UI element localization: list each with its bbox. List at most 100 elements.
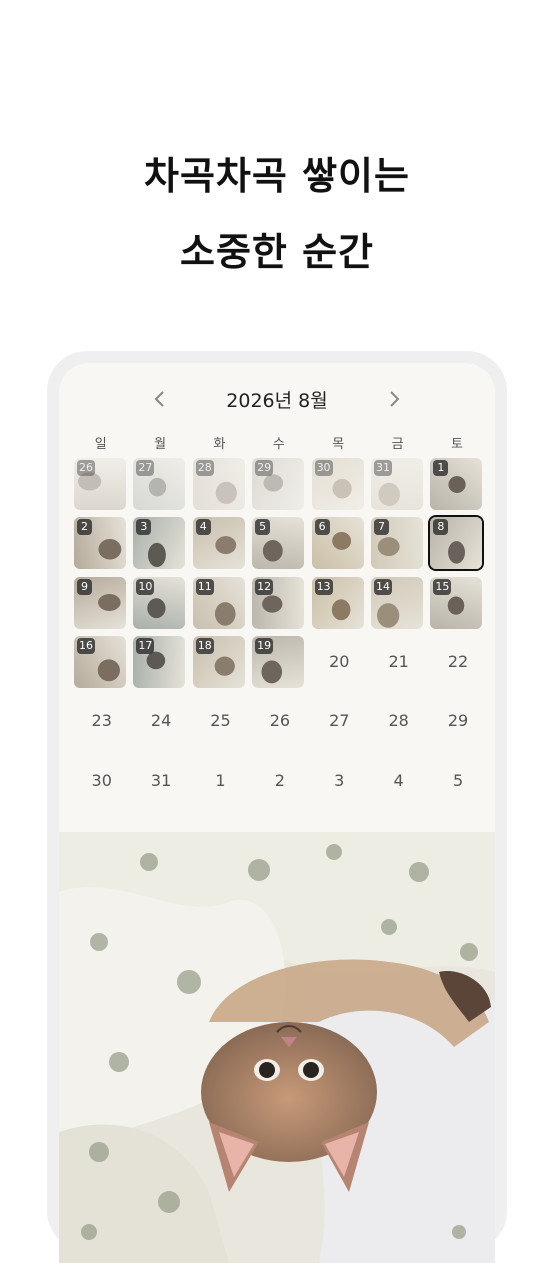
weekday-label: 일 — [94, 437, 107, 452]
calendar-day[interactable]: 28 — [369, 691, 428, 750]
calendar-day[interactable]: 31 — [131, 750, 190, 809]
weekday-label: 월 — [154, 437, 167, 452]
calendar-grid: 26 27 28 29 30 31 1 2 3 4 5 6 7 8 9 10 11 12 13 14 15 16 17 18 1… — [72, 454, 488, 810]
calendar-day[interactable]: 26 — [72, 454, 131, 513]
month-title: 2026년 8월 — [226, 389, 328, 412]
day-number-badge: 31 — [373, 460, 392, 476]
calendar-day[interactable]: 2 — [250, 750, 309, 809]
calendar-day[interactable]: 9 — [72, 573, 131, 632]
calendar-day[interactable]: 28 — [191, 454, 250, 513]
month-header: 2026년 8월 — [59, 379, 495, 419]
calendar-day[interactable]: 24 — [131, 691, 190, 750]
day-number-badge: 5 — [255, 519, 271, 536]
weekday-label: 목 — [332, 437, 345, 452]
calendar-day[interactable]: 11 — [191, 573, 250, 632]
weekday-label: 금 — [391, 437, 404, 452]
calendar-day[interactable]: 29 — [250, 454, 309, 513]
day-number-badge: 30 — [314, 460, 333, 476]
calendar-day[interactable]: 4 — [191, 513, 250, 572]
day-number: 5 — [452, 770, 464, 790]
day-number: 21 — [388, 652, 409, 672]
headline-line-2: 소중한 순간 — [179, 230, 375, 274]
day-number: 22 — [447, 652, 469, 672]
day-number-badge: 1 — [433, 460, 449, 476]
day-number: 31 — [150, 770, 172, 790]
day-number: 30 — [91, 770, 112, 790]
weekday-label: 토 — [451, 437, 464, 452]
day-number: 1 — [215, 770, 226, 790]
calendar-day[interactable]: 15 — [428, 573, 487, 632]
calendar-day[interactable]: 20 — [310, 632, 369, 691]
calendar-day[interactable]: 31 — [369, 454, 428, 513]
headline: 차곡차곡 쌓이는 소중한 순간 — [0, 138, 554, 290]
day-number-badge: 27 — [136, 460, 155, 476]
calendar-day[interactable]: 22 — [428, 632, 487, 691]
calendar-day[interactable]: 19 — [250, 632, 309, 691]
calendar-day[interactable]: 14 — [369, 573, 428, 632]
app-screen: 2026년 8월 일 월 화 수 목 금 토 26 27 28 29 30 31 1 2 3 4 5… — [59, 363, 495, 1263]
calendar-day[interactable]: 1 — [191, 750, 250, 809]
calendar-day[interactable]: 27 — [310, 691, 369, 750]
calendar-day[interactable]: 10 — [131, 573, 190, 632]
calendar-day[interactable]: 16 — [72, 632, 131, 691]
day-number-badge: 8 — [433, 519, 449, 536]
day-number: 3 — [334, 770, 345, 790]
calendar-day[interactable]: 21 — [369, 632, 428, 691]
day-number-badge: 6 — [314, 519, 330, 536]
calendar-day[interactable]: 5 — [250, 513, 309, 572]
day-number: 27 — [329, 711, 350, 731]
day-number-badge: 14 — [373, 578, 392, 595]
calendar-day[interactable]: 23 — [72, 691, 131, 750]
calendar-day[interactable]: 27 — [131, 454, 190, 513]
day-number-badge: 28 — [195, 460, 214, 476]
day-number-badge: 19 — [255, 637, 274, 654]
day-number-badge: 26 — [77, 460, 95, 476]
calendar-day[interactable]: 30 — [72, 750, 131, 809]
calendar-day[interactable]: 17 — [131, 632, 190, 691]
selected-day-photo — [59, 832, 495, 1263]
calendar-day[interactable]: 3 — [131, 513, 190, 572]
calendar-day[interactable]: 7 — [369, 513, 428, 572]
next-month-button[interactable] — [374, 379, 414, 419]
calendar-day[interactable]: 3 — [310, 750, 369, 809]
day-number-badge: 18 — [195, 637, 214, 654]
day-number-badge: 12 — [255, 578, 274, 595]
day-number: 20 — [329, 652, 350, 672]
day-number-badge: 29 — [255, 460, 274, 476]
day-number-badge: 4 — [195, 519, 211, 536]
calendar-day[interactable]: 13 — [310, 573, 369, 632]
calendar-day[interactable]: 2 — [72, 513, 131, 572]
calendar-day[interactable]: 4 — [369, 750, 428, 809]
day-number: 4 — [393, 770, 404, 790]
weekday-label: 화 — [213, 437, 226, 452]
day-number: 29 — [447, 711, 469, 731]
calendar-day[interactable]: 18 — [191, 632, 250, 691]
day-number-badge: 2 — [77, 519, 92, 536]
day-number: 23 — [91, 711, 112, 731]
day-number: 2 — [274, 770, 285, 790]
calendar-day[interactable]: 6 — [310, 513, 369, 572]
calendar-day[interactable]: 12 — [250, 573, 309, 632]
day-number: 25 — [210, 711, 231, 731]
calendar-day[interactable]: 29 — [428, 691, 487, 750]
calendar-day[interactable]: 1 — [428, 454, 487, 513]
day-number-badge: 17 — [136, 637, 155, 654]
calendar-day[interactable]: 25 — [191, 691, 250, 750]
prev-month-button[interactable] — [140, 379, 180, 419]
day-number-badge: 16 — [77, 637, 95, 654]
calendar-day[interactable]: 5 — [428, 750, 487, 809]
phone-frame: 2026년 8월 일 월 화 수 목 금 토 26 27 28 29 30 31 1 2 3 4 5… — [47, 351, 507, 1263]
day-number-badge: 15 — [433, 578, 452, 595]
day-number-badge: 11 — [195, 578, 214, 595]
day-number-badge: 10 — [136, 578, 155, 595]
day-number: 24 — [150, 711, 172, 731]
weekday-label: 수 — [272, 437, 285, 452]
calendar-day[interactable]: 8 — [428, 513, 487, 572]
day-number: 26 — [269, 711, 291, 731]
day-number-badge: 9 — [77, 578, 92, 595]
calendar-day[interactable]: 26 — [250, 691, 309, 750]
day-number-badge: 13 — [314, 578, 333, 595]
calendar-day[interactable]: 30 — [310, 454, 369, 513]
day-number-badge: 7 — [373, 519, 389, 536]
chevron-left-icon — [154, 391, 164, 407]
